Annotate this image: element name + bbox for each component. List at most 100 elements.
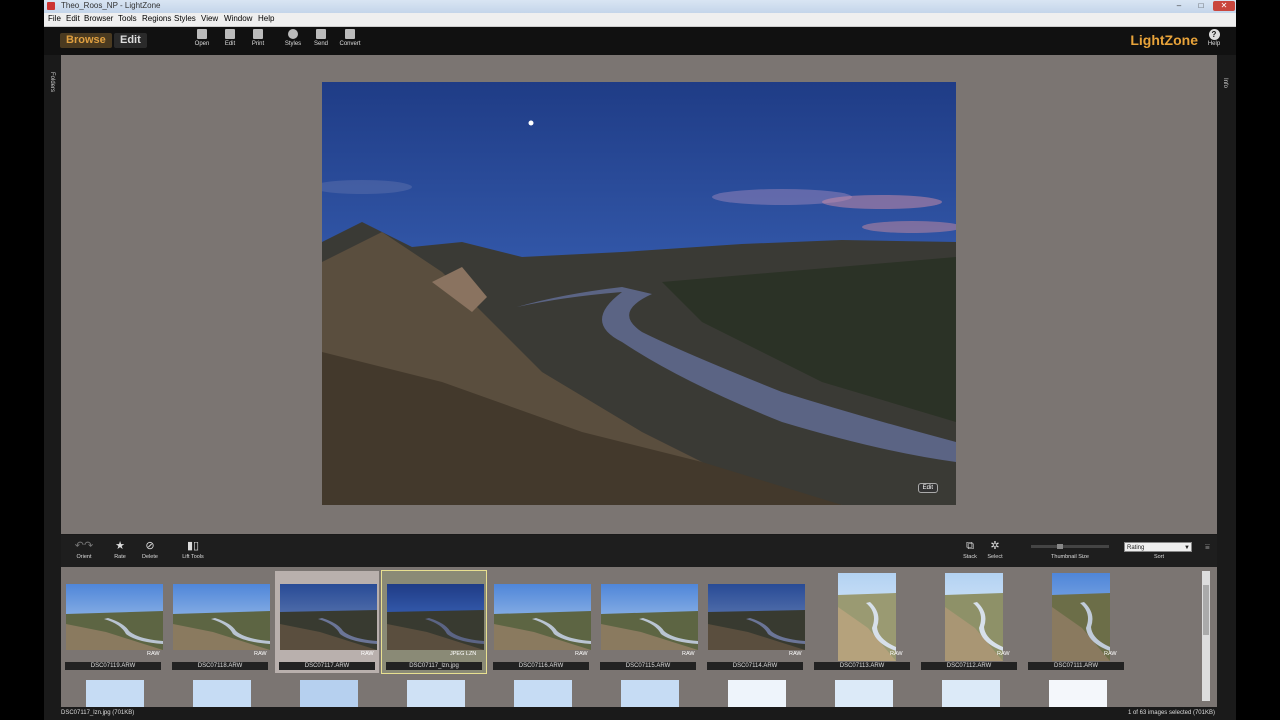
- minimize-button[interactable]: –: [1168, 1, 1190, 11]
- lightzone-logo: LightZone: [1130, 32, 1198, 48]
- delete-label: Delete: [142, 554, 158, 560]
- thumbnail-size-slider[interactable]: [1031, 544, 1109, 549]
- stack-button[interactable]: ⧉ Stack: [959, 540, 981, 560]
- edit-overlay-button[interactable]: Edit: [917, 483, 938, 493]
- thumbnail-filename: DSC07117_lzn.jpg: [386, 662, 482, 670]
- open-button[interactable]: Open: [187, 29, 217, 47]
- thumbnail-filename: DSC07117.ARW: [279, 662, 375, 670]
- gear-icon: [288, 29, 298, 39]
- edit-button[interactable]: Edit: [215, 29, 245, 47]
- thumbnail-image: [945, 573, 1003, 661]
- thumbnail-filename: DSC07112.ARW: [921, 662, 1017, 670]
- orient-button[interactable]: ↶↷ Orient: [69, 540, 99, 560]
- lift-tools-button[interactable]: ▮▯ Lift Tools: [175, 540, 211, 560]
- status-bar: DSC07117_lzn.jpg (701KB) 1 of 63 images …: [61, 708, 1217, 720]
- filter-icon[interactable]: ⩸: [1205, 542, 1210, 552]
- preview-photo[interactable]: Edit: [322, 82, 956, 505]
- thumbnail-image[interactable]: [835, 680, 893, 707]
- menu-tools[interactable]: Tools: [118, 14, 137, 23]
- thumbnail-item[interactable]: RAW DSC07115.ARW: [596, 571, 700, 673]
- thumbnail-image[interactable]: [1049, 680, 1107, 707]
- menu-edit[interactable]: Edit: [66, 14, 80, 23]
- app-window: Theo_Roos_NP - LightZone – □ ✕ File Edit…: [44, 0, 1236, 720]
- delete-button[interactable]: ⊘ Delete: [138, 540, 162, 560]
- thumbnail-item[interactable]: RAW DSC07117.ARW: [275, 571, 379, 673]
- thumbnail-image: [1052, 573, 1110, 661]
- menu-styles[interactable]: Styles: [174, 14, 196, 23]
- thumbnail-image: [708, 584, 805, 650]
- menu-view[interactable]: View: [201, 14, 218, 23]
- file-type-badge: RAW: [147, 651, 160, 657]
- print-button[interactable]: Print: [243, 29, 273, 47]
- thumbnail-image[interactable]: [942, 680, 1000, 707]
- thumbnail-item[interactable]: RAW DSC07118.ARW: [168, 571, 272, 673]
- stack-label: Stack: [963, 554, 977, 560]
- file-type-badge: RAW: [997, 651, 1010, 657]
- menu-help[interactable]: Help: [258, 14, 274, 23]
- slider-knob[interactable]: [1057, 544, 1063, 549]
- sort-value: Rating: [1127, 545, 1145, 551]
- thumbnail-item[interactable]: RAW DSC07119.ARW: [61, 571, 165, 673]
- styles-label: Styles: [284, 41, 302, 47]
- convert-label: Convert: [339, 41, 361, 47]
- folders-tab[interactable]: Folders: [49, 72, 55, 92]
- styles-button[interactable]: Styles: [278, 29, 308, 47]
- thumbnail-image: [838, 573, 896, 661]
- help-button[interactable]: ? Help: [1204, 29, 1224, 47]
- thumbnail-image[interactable]: [514, 680, 572, 707]
- thumbnail-image[interactable]: [621, 680, 679, 707]
- thumbnail-item[interactable]: RAW DSC07113.ARW: [810, 571, 914, 673]
- send-button[interactable]: Send: [306, 29, 336, 47]
- browse-mode-button[interactable]: Browse: [60, 33, 112, 48]
- main-toolbar: Browse Edit Open Edit Print Styles Send …: [44, 27, 1236, 55]
- menu-file[interactable]: File: [48, 14, 61, 23]
- info-tab[interactable]: Info: [1222, 78, 1228, 88]
- thumbnail-scrollbar[interactable]: [1202, 571, 1210, 701]
- sort-select[interactable]: Rating ▼: [1124, 542, 1192, 552]
- menu-browser[interactable]: Browser: [84, 14, 113, 23]
- file-type-badge: RAW: [890, 651, 903, 657]
- thumbnail-image[interactable]: [728, 680, 786, 707]
- open-label: Open: [194, 41, 210, 47]
- thumbnail-item[interactable]: RAW DSC07111.ARW: [1024, 571, 1128, 673]
- file-type-badge: RAW: [254, 651, 267, 657]
- convert-button[interactable]: Convert: [335, 29, 365, 47]
- menu-window[interactable]: Window: [224, 14, 252, 23]
- thumbnail-image: [601, 584, 698, 650]
- browser-toolbar: ↶↷ Orient ★ Rate ⊘ Delete ▮▯ Lift Tools …: [61, 535, 1217, 567]
- select-button[interactable]: ✲ Select: [983, 540, 1007, 560]
- thumbnail-image: [387, 584, 484, 650]
- close-button[interactable]: ✕: [1213, 1, 1235, 11]
- thumbnail-image[interactable]: [300, 680, 358, 707]
- thumbnail-image: [66, 584, 163, 650]
- thumbnail-grid: RAW DSC07119.ARW RAW DSC07118.ARW RAW DS…: [61, 567, 1217, 707]
- title-bar: Theo_Roos_NP - LightZone – □ ✕: [44, 0, 1236, 13]
- scrollbar-thumb[interactable]: [1203, 585, 1209, 635]
- thumbnail-size-label: Thumbnail Size: [1051, 554, 1089, 560]
- thumbnail-filename: DSC07113.ARW: [814, 662, 910, 670]
- thumbnail-item[interactable]: RAW DSC07114.ARW: [703, 571, 807, 673]
- status-selected-file: DSC07117_lzn.jpg (701KB): [61, 710, 135, 716]
- edit-mode-button[interactable]: Edit: [114, 33, 147, 48]
- thumbnail-item[interactable]: RAW DSC07112.ARW: [917, 571, 1021, 673]
- select-label: Select: [987, 554, 1003, 560]
- chevron-down-icon: ▼: [1184, 545, 1190, 551]
- menu-regions[interactable]: Regions: [142, 14, 171, 23]
- edit-image-icon: [225, 29, 235, 39]
- maximize-button[interactable]: □: [1190, 1, 1212, 11]
- menu-bar: File Edit Browser Tools Regions Styles V…: [44, 13, 1236, 27]
- print-label: Print: [251, 41, 265, 47]
- thumbnail-image[interactable]: [407, 680, 465, 707]
- file-type-badge: RAW: [1104, 651, 1117, 657]
- rate-button[interactable]: ★ Rate: [109, 540, 131, 560]
- thumbnail-image[interactable]: [86, 680, 144, 707]
- thumbnail-item[interactable]: RAW DSC07116.ARW: [489, 571, 593, 673]
- thumbnail-image[interactable]: [193, 680, 251, 707]
- rate-label: Rate: [114, 554, 126, 560]
- orient-label: Orient: [76, 554, 92, 560]
- file-type-badge: RAW: [361, 651, 374, 657]
- file-type-badge: RAW: [682, 651, 695, 657]
- thumbnail-image: [494, 584, 591, 650]
- stack-icon: ⧉: [966, 540, 974, 552]
- thumbnail-item[interactable]: JPEG LZN DSC07117_lzn.jpg: [381, 570, 487, 674]
